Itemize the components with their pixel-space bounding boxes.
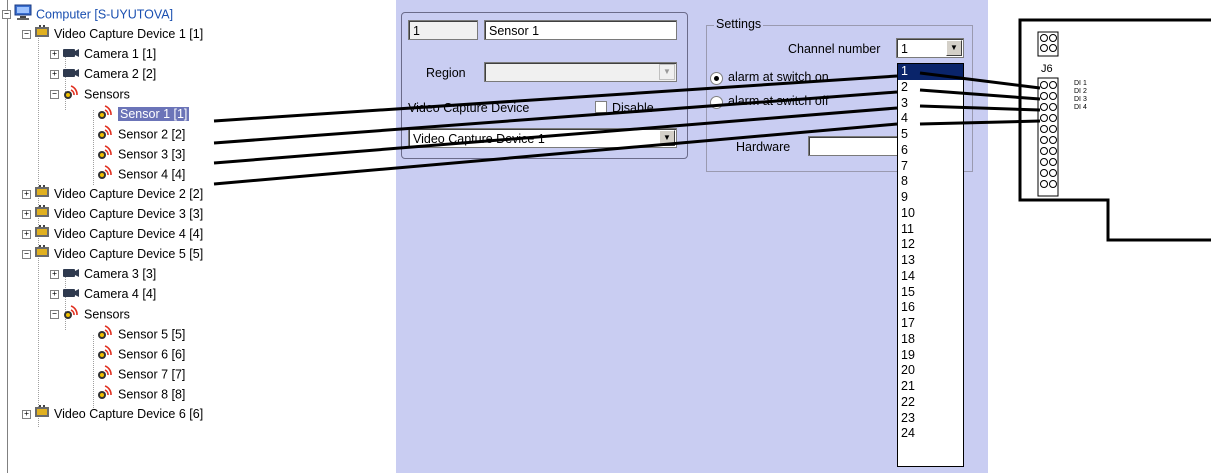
wire-di-4 xyxy=(919,119,1041,126)
wire-di-3 xyxy=(919,104,1041,112)
wire-di-1 xyxy=(919,71,1041,90)
wire-di-2 xyxy=(919,88,1041,101)
connection-wires xyxy=(213,71,1041,186)
